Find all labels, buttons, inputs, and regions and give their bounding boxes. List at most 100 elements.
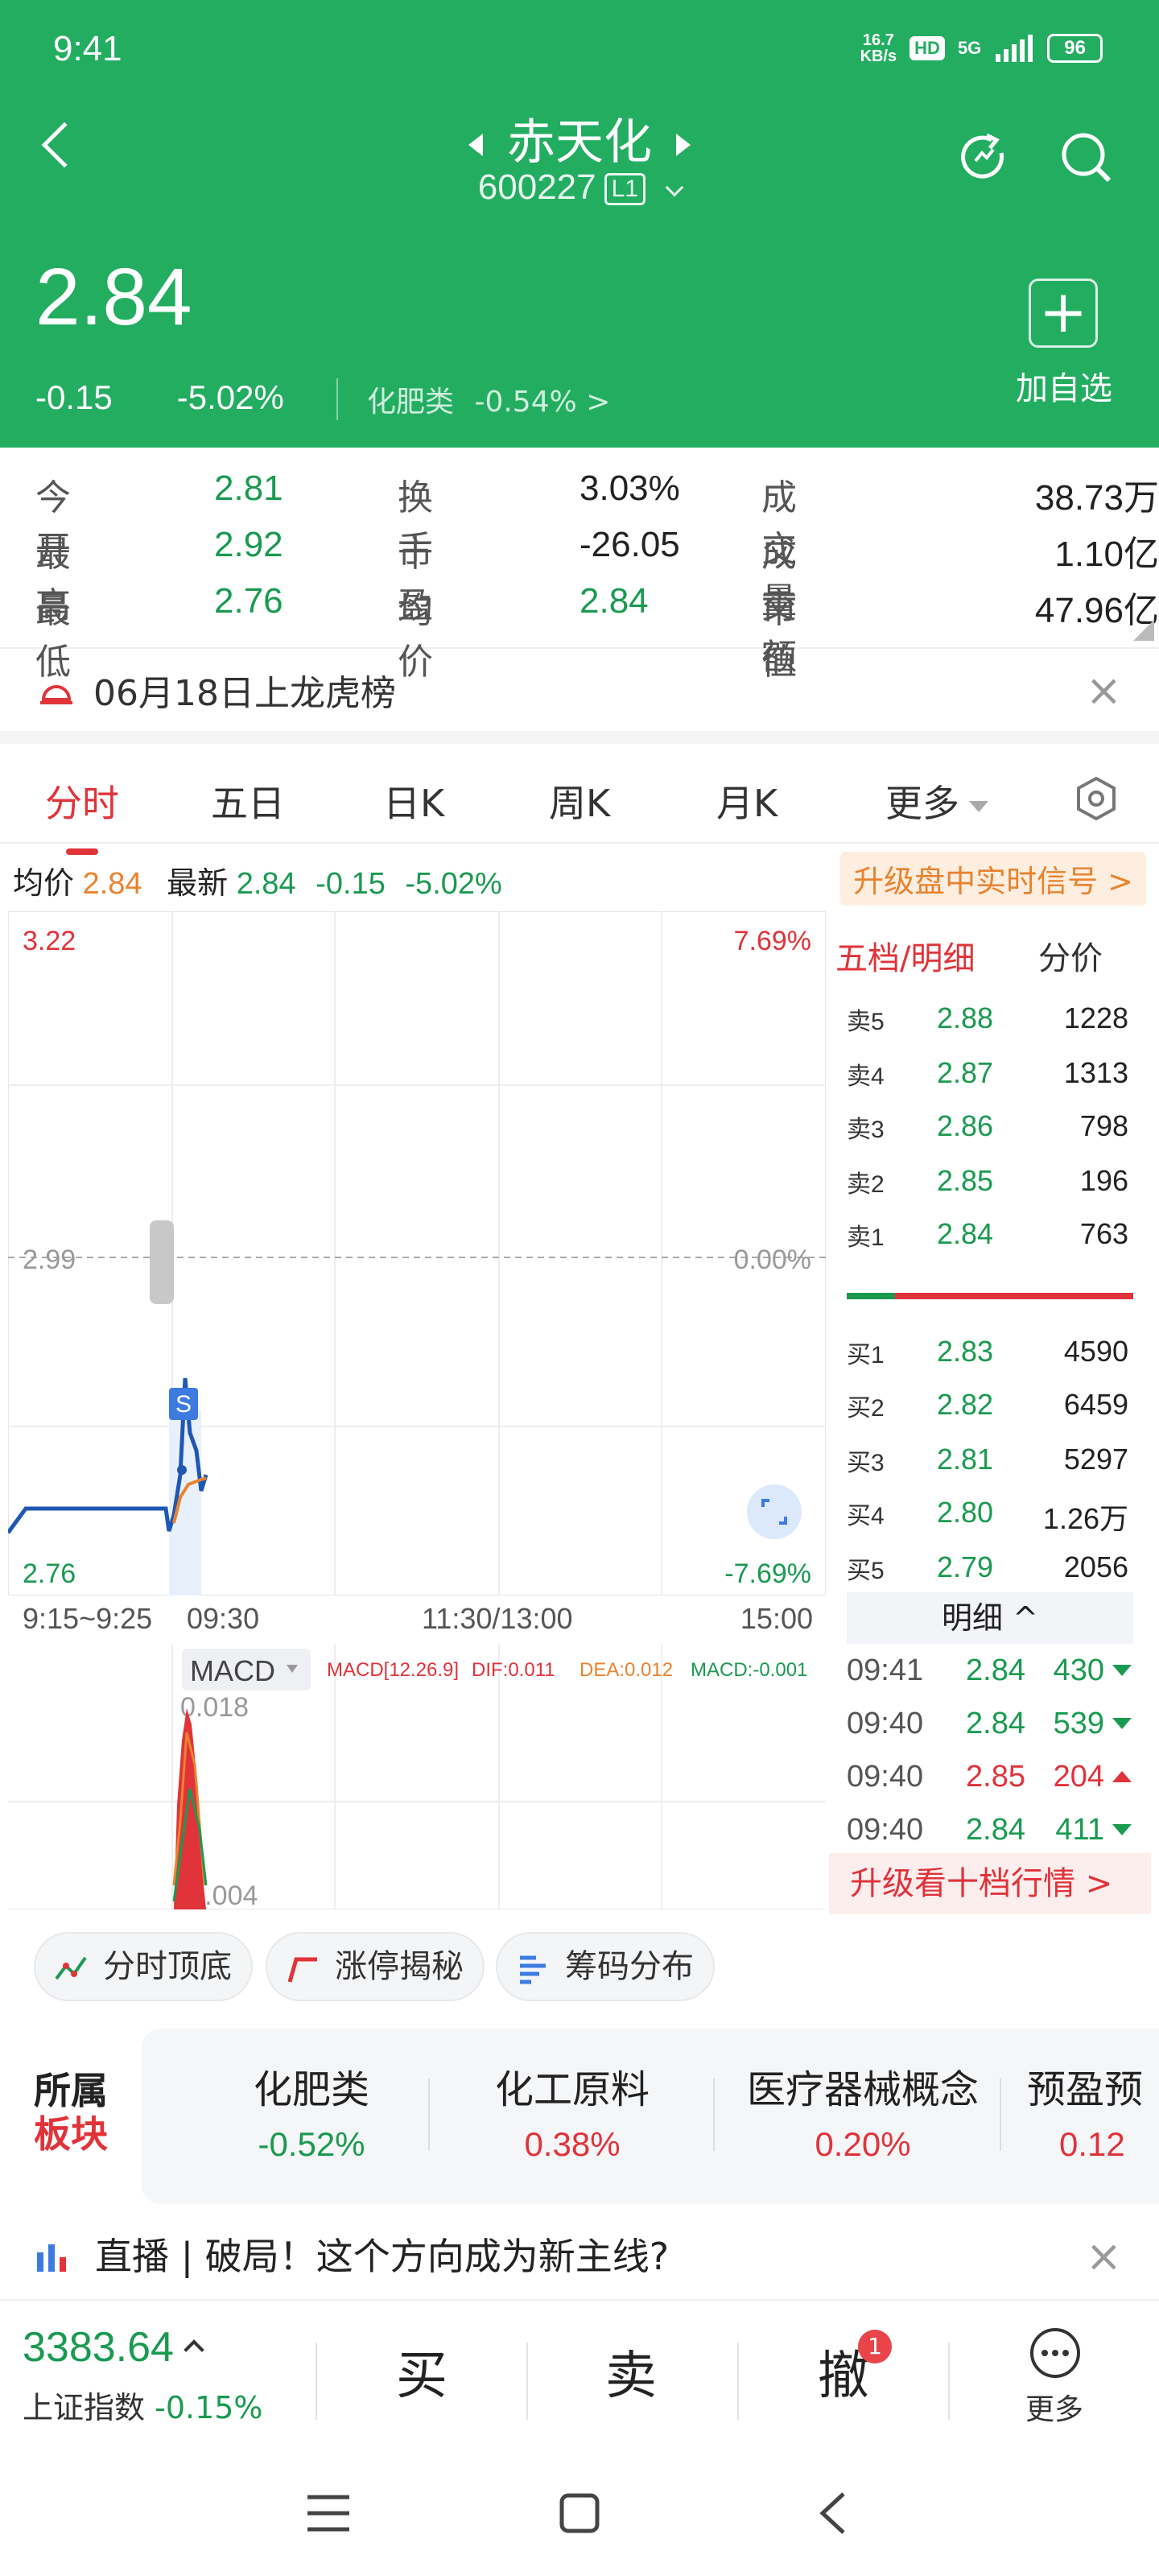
limit-up-reveal-chip[interactable]: 涨停揭秘 bbox=[266, 1932, 485, 2001]
live-text: 直播 | 破局！这个方向成为新主线? bbox=[95, 2235, 670, 2278]
signal-icon: 5G bbox=[957, 38, 982, 58]
buy-button[interactable]: 买 bbox=[396, 2334, 448, 2409]
ask-row: 卖1 2.84 763 bbox=[847, 1217, 1128, 1251]
live-banner[interactable]: 直播 | 破局！这个方向成为新主线? × bbox=[0, 2212, 1159, 2301]
intraday-chart[interactable]: S 3.22 2.99 2.76 7.69% 0.00% -7.69% bbox=[8, 911, 826, 1596]
sell-button[interactable]: 卖 bbox=[605, 2334, 657, 2409]
status-time: 9:41 bbox=[53, 29, 122, 68]
tab-five-day[interactable]: 五日 bbox=[211, 774, 285, 828]
tab-more[interactable]: 更多 bbox=[885, 774, 988, 828]
refresh-icon[interactable] bbox=[955, 129, 1011, 185]
ask-row: 卖4 2.87 1313 bbox=[847, 1056, 1128, 1090]
alarm-icon bbox=[40, 685, 72, 704]
latest-change: -0.15 bbox=[316, 867, 386, 901]
stat-value: 38.73万 bbox=[1034, 478, 1159, 518]
divider bbox=[713, 2079, 715, 2151]
x-axis: 9:15~9:25 09:30 11:30/13:00 15:00 bbox=[8, 1602, 826, 1637]
x-label: 09:30 bbox=[187, 1602, 260, 1635]
sector-heading-line2: 板块 bbox=[34, 2112, 108, 2156]
avg-value: 2.84 bbox=[82, 867, 142, 901]
pct-label-bottom: -7.69% bbox=[724, 1558, 811, 1589]
sector-panel: 所属 板块 化肥类 -0.52% 化工原料 0.38% 医疗器械概念 0.20% 预盈预… bbox=[0, 2029, 1159, 2204]
sector-item[interactable]: 预盈预 0.12 bbox=[1027, 2058, 1159, 2164]
trade-row: 09:40 2.85 204 bbox=[847, 1760, 1159, 1808]
trade-row: 09:41 2.84 430 bbox=[847, 1653, 1159, 1702]
sector-list: 化肥类 -0.52% 化工原料 0.38% 医疗器械概念 0.20% 预盈预 0.12 bbox=[142, 2029, 1159, 2204]
x-label: 11:30/13:00 bbox=[422, 1602, 573, 1635]
y-label-top: 3.22 bbox=[23, 926, 76, 956]
tab-daily-k[interactable]: 日K bbox=[383, 774, 444, 828]
dragon-tiger-notice[interactable]: 06月18日上龙虎榜 × bbox=[0, 649, 1159, 744]
bid-row: 买4 2.80 1.26万 bbox=[847, 1496, 1128, 1535]
stock-header: 9:41 16.7 KB/s HD 5G 96 赤天化 600227 L1 2.8… bbox=[0, 0, 1159, 448]
home-icon[interactable] bbox=[559, 2492, 600, 2534]
detail-toggle[interactable]: 明细 ^ bbox=[847, 1592, 1133, 1644]
line-chart-icon bbox=[55, 1956, 87, 1980]
fullscreen-button[interactable] bbox=[747, 1484, 802, 1539]
ask-row: 卖2 2.85 196 bbox=[847, 1164, 1128, 1198]
sector-heading: 所属 板块 bbox=[34, 2069, 108, 2156]
divider bbox=[526, 2343, 528, 2420]
sector-item[interactable]: 医疗器械概念 0.20% bbox=[726, 2058, 1000, 2164]
tab-monthly-k[interactable]: 月K bbox=[716, 774, 777, 828]
stat-value: 2.84 bbox=[580, 581, 649, 621]
x-label: 15:00 bbox=[740, 1602, 813, 1635]
chip-label: 筹码分布 bbox=[565, 1948, 694, 1985]
expand-corner-icon[interactable] bbox=[1133, 620, 1154, 641]
add-watchlist-label[interactable]: 加自选 bbox=[1016, 362, 1112, 409]
macd-chart[interactable]: MACD MACD[12.26.9] DIF:0.011 DEA:0.012 M… bbox=[8, 1644, 826, 1909]
tab-weekly-k[interactable]: 周K bbox=[549, 774, 610, 828]
tab-price-distribution[interactable]: 分价 bbox=[1038, 932, 1103, 979]
close-icon[interactable]: × bbox=[1086, 2212, 1122, 2301]
bid-row: 买1 2.83 4590 bbox=[847, 1335, 1128, 1368]
price-change: -0.15 -5.02% bbox=[35, 378, 349, 417]
stat-value: 3.03% bbox=[580, 469, 680, 508]
limit-up-icon bbox=[287, 1957, 317, 1983]
add-watchlist-button[interactable]: + bbox=[1029, 279, 1098, 348]
sector-item[interactable]: 化工原料 0.38% bbox=[464, 2058, 681, 2164]
sector-link[interactable]: 化肥类 -0.54% > bbox=[336, 378, 610, 420]
index-label-row: 上证指数 -0.15% bbox=[23, 2383, 263, 2427]
next-stock-icon[interactable] bbox=[676, 134, 691, 157]
menu-icon[interactable] bbox=[304, 2492, 353, 2534]
x-label: 9:15~9:25 bbox=[23, 1602, 153, 1635]
search-icon[interactable] bbox=[1058, 129, 1114, 185]
prev-stock-icon[interactable] bbox=[468, 134, 483, 157]
avg-label: 均价 bbox=[13, 867, 75, 901]
sector-item-pct: 0.20% bbox=[815, 2125, 911, 2163]
chip-distribution-chip[interactable]: 筹码分布 bbox=[496, 1932, 715, 2001]
tab-intraday[interactable]: 分时 bbox=[45, 774, 119, 855]
chip-label: 分时顶底 bbox=[103, 1948, 232, 1985]
hd-icon: HD bbox=[909, 36, 945, 60]
current-price: 2.84 bbox=[35, 252, 192, 342]
tab-five-levels[interactable]: 五档/明细 bbox=[835, 932, 975, 979]
trade-bar: 3383.64 上证指数 -0.15% 买 卖 撤 1 更多 bbox=[0, 2302, 1159, 2439]
bid-row: 买5 2.79 2056 bbox=[847, 1550, 1128, 1584]
close-icon[interactable]: × bbox=[1086, 665, 1122, 716]
sector-item-pct: 0.38% bbox=[524, 2125, 621, 2163]
intraday-top-bottom-chip[interactable]: 分时顶底 bbox=[34, 1932, 253, 2001]
pct-label-mid: 0.00% bbox=[734, 1245, 811, 1275]
chip-label: 涨停揭秘 bbox=[335, 1948, 464, 1985]
chevron-right-icon: > bbox=[586, 386, 611, 419]
bid-row: 买2 2.82 6459 bbox=[847, 1388, 1128, 1422]
upgrade-ten-levels-button[interactable]: 升级看十档行情 > bbox=[829, 1853, 1151, 1914]
signal-bars-icon bbox=[996, 35, 1033, 62]
index-label: 上证指数 bbox=[23, 2390, 146, 2425]
settings-hexagon-icon[interactable] bbox=[1074, 776, 1119, 821]
more-label[interactable]: 更多 bbox=[1025, 2386, 1083, 2428]
battery-indicator: 96 bbox=[1047, 34, 1103, 63]
upgrade-signal-button[interactable]: 升级盘中实时信号 > bbox=[840, 852, 1146, 906]
marker-label: S bbox=[175, 1391, 192, 1418]
index-value[interactable]: 3383.64 bbox=[23, 2323, 204, 2372]
more-dots-icon[interactable] bbox=[1029, 2326, 1082, 2380]
sector-item[interactable]: 化肥类 -0.52% bbox=[219, 2058, 404, 2164]
stat-value: 2.81 bbox=[214, 469, 283, 508]
level-badge: L1 bbox=[604, 173, 645, 206]
sector-item-name: 预盈预 bbox=[1027, 2067, 1144, 2112]
back-nav-icon[interactable] bbox=[816, 2491, 848, 2536]
collapse-handle[interactable] bbox=[150, 1220, 174, 1304]
chevron-up-icon bbox=[184, 2339, 204, 2360]
sector-item-name: 化肥类 bbox=[253, 2067, 369, 2112]
sector-name: 化肥类 bbox=[367, 386, 455, 419]
